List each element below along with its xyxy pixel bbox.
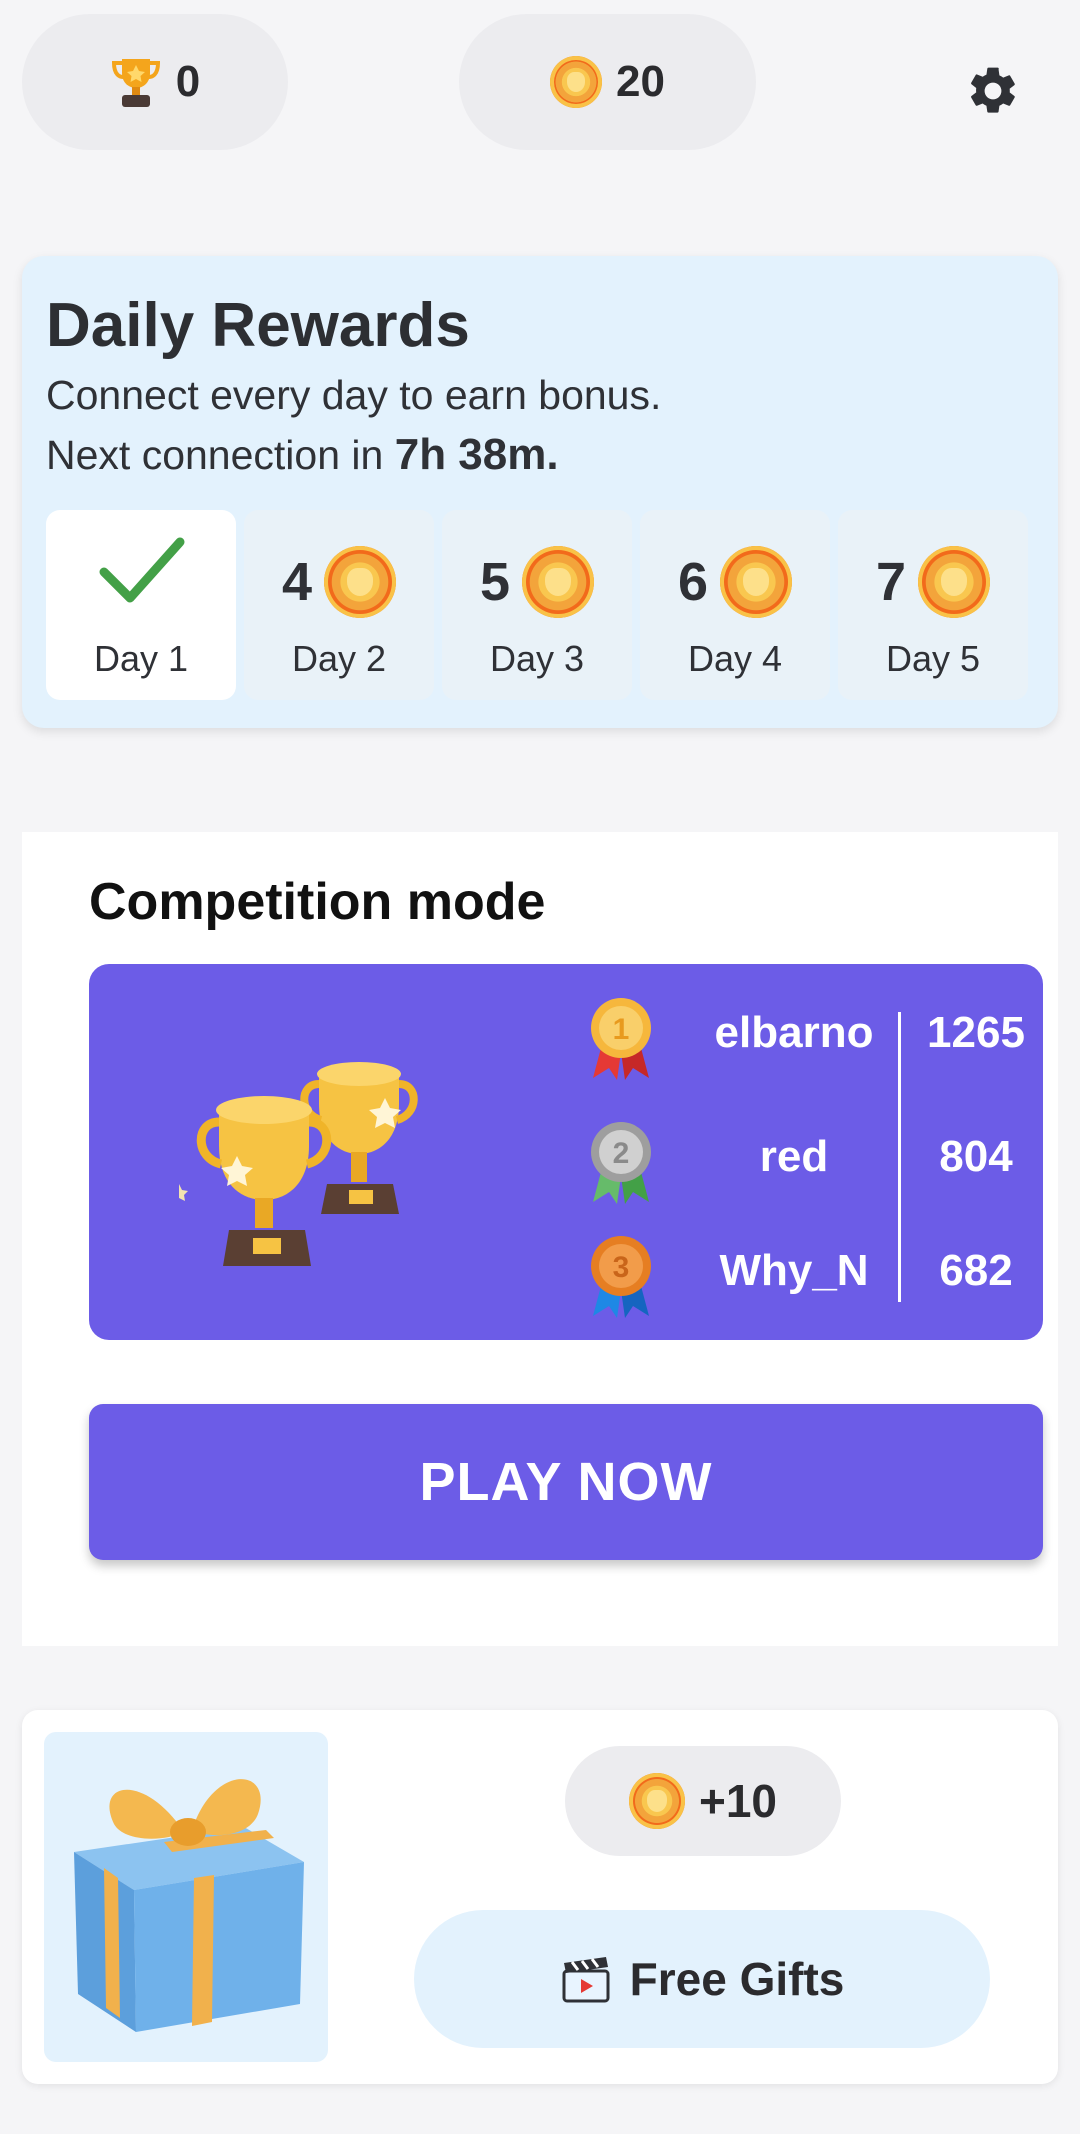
leaderboard-row: 3 Why_N 682 — [89, 1228, 1043, 1318]
gift-box-icon — [74, 1779, 304, 2032]
bronze-medal-icon: 3 — [591, 1236, 651, 1318]
svg-text:2: 2 — [613, 1137, 630, 1170]
leaderboard-row: 1 elbarno 1265 — [89, 990, 1043, 1080]
daily-rewards-title: Daily Rewards — [46, 291, 470, 360]
daily-rewards-card: Daily Rewards Connect every day to earn … — [22, 256, 1058, 728]
settings-button[interactable] — [950, 48, 1036, 134]
coin-icon — [550, 56, 603, 108]
competition-card: Competition mode 1 elbarno 1265 2 red 80… — [22, 832, 1058, 1646]
gift-reward-amount: +10 — [698, 1775, 778, 1827]
svg-text:1: 1 — [613, 1013, 630, 1046]
gift-box-illustration — [44, 1732, 328, 2062]
leaderboard-name: Why_N — [719, 1246, 869, 1295]
leaderboard-score: 1265 — [927, 1008, 1025, 1057]
day-label: Day 2 — [291, 638, 387, 679]
day-5-tile[interactable]: 7 Day 5 — [838, 510, 1028, 700]
leaderboard-score: 682 — [939, 1246, 1013, 1295]
daily-rewards-subtitle: Connect every day to earn bonus. — [46, 372, 662, 418]
next-connection-time: 7h 38m. — [394, 430, 559, 479]
leaderboard-score: 804 — [939, 1132, 1013, 1181]
play-now-button[interactable]: PLAY NOW — [89, 1404, 1043, 1560]
coin-icon — [918, 546, 991, 618]
leaderboard-name: red — [759, 1132, 829, 1181]
day-label: Day 1 — [93, 638, 189, 679]
trophy-count: 0 — [175, 57, 201, 106]
day-4-tile[interactable]: 6 Day 4 — [640, 510, 830, 700]
day-1-tile[interactable]: Day 1 — [46, 510, 236, 700]
clapperboard-icon — [562, 1957, 610, 2003]
gold-medal-icon: 1 — [591, 998, 651, 1080]
leaderboard-name: elbarno — [714, 1008, 874, 1057]
day-3-tile[interactable]: 5 Day 3 — [442, 510, 632, 700]
coin-icon — [628, 1773, 685, 1829]
free-gifts-button[interactable]: Free Gifts — [414, 1910, 990, 2048]
day-reward-amount: 7 — [875, 552, 907, 612]
day-label: Day 5 — [885, 638, 981, 679]
coin-icon — [720, 546, 793, 618]
competition-title: Competition mode — [89, 873, 546, 931]
trophy-icon — [111, 59, 160, 107]
day-label: Day 3 — [489, 638, 585, 679]
coin-icon — [324, 546, 397, 618]
checkmark-icon — [99, 537, 185, 603]
free-gifts-label: Free Gifts — [629, 1953, 845, 2005]
coin-count: 20 — [616, 57, 665, 106]
day-reward-amount: 4 — [281, 552, 313, 612]
day-2-tile[interactable]: 4 Day 2 — [244, 510, 434, 700]
coin-icon — [522, 546, 595, 618]
leaderboard-panel[interactable]: 1 elbarno 1265 2 red 804 3 Why_N 682 — [89, 964, 1043, 1340]
trophy-counter[interactable]: 0 — [22, 14, 288, 150]
leaderboard-row: 2 red 804 — [89, 1114, 1043, 1204]
coin-balance[interactable]: 20 — [459, 14, 756, 150]
svg-text:3: 3 — [613, 1251, 630, 1284]
gift-reward-badge: +10 — [565, 1746, 841, 1856]
day-label: Day 4 — [687, 638, 783, 679]
silver-medal-icon: 2 — [591, 1122, 651, 1204]
next-connection-text: Next connection in 7h 38m. — [46, 430, 559, 480]
next-connection-prefix: Next connection in — [46, 432, 384, 478]
day-reward-amount: 6 — [677, 552, 709, 612]
free-gift-card: +10 Free Gifts — [22, 1710, 1058, 2084]
gear-icon — [971, 67, 1015, 113]
day-reward-amount: 5 — [479, 552, 511, 612]
